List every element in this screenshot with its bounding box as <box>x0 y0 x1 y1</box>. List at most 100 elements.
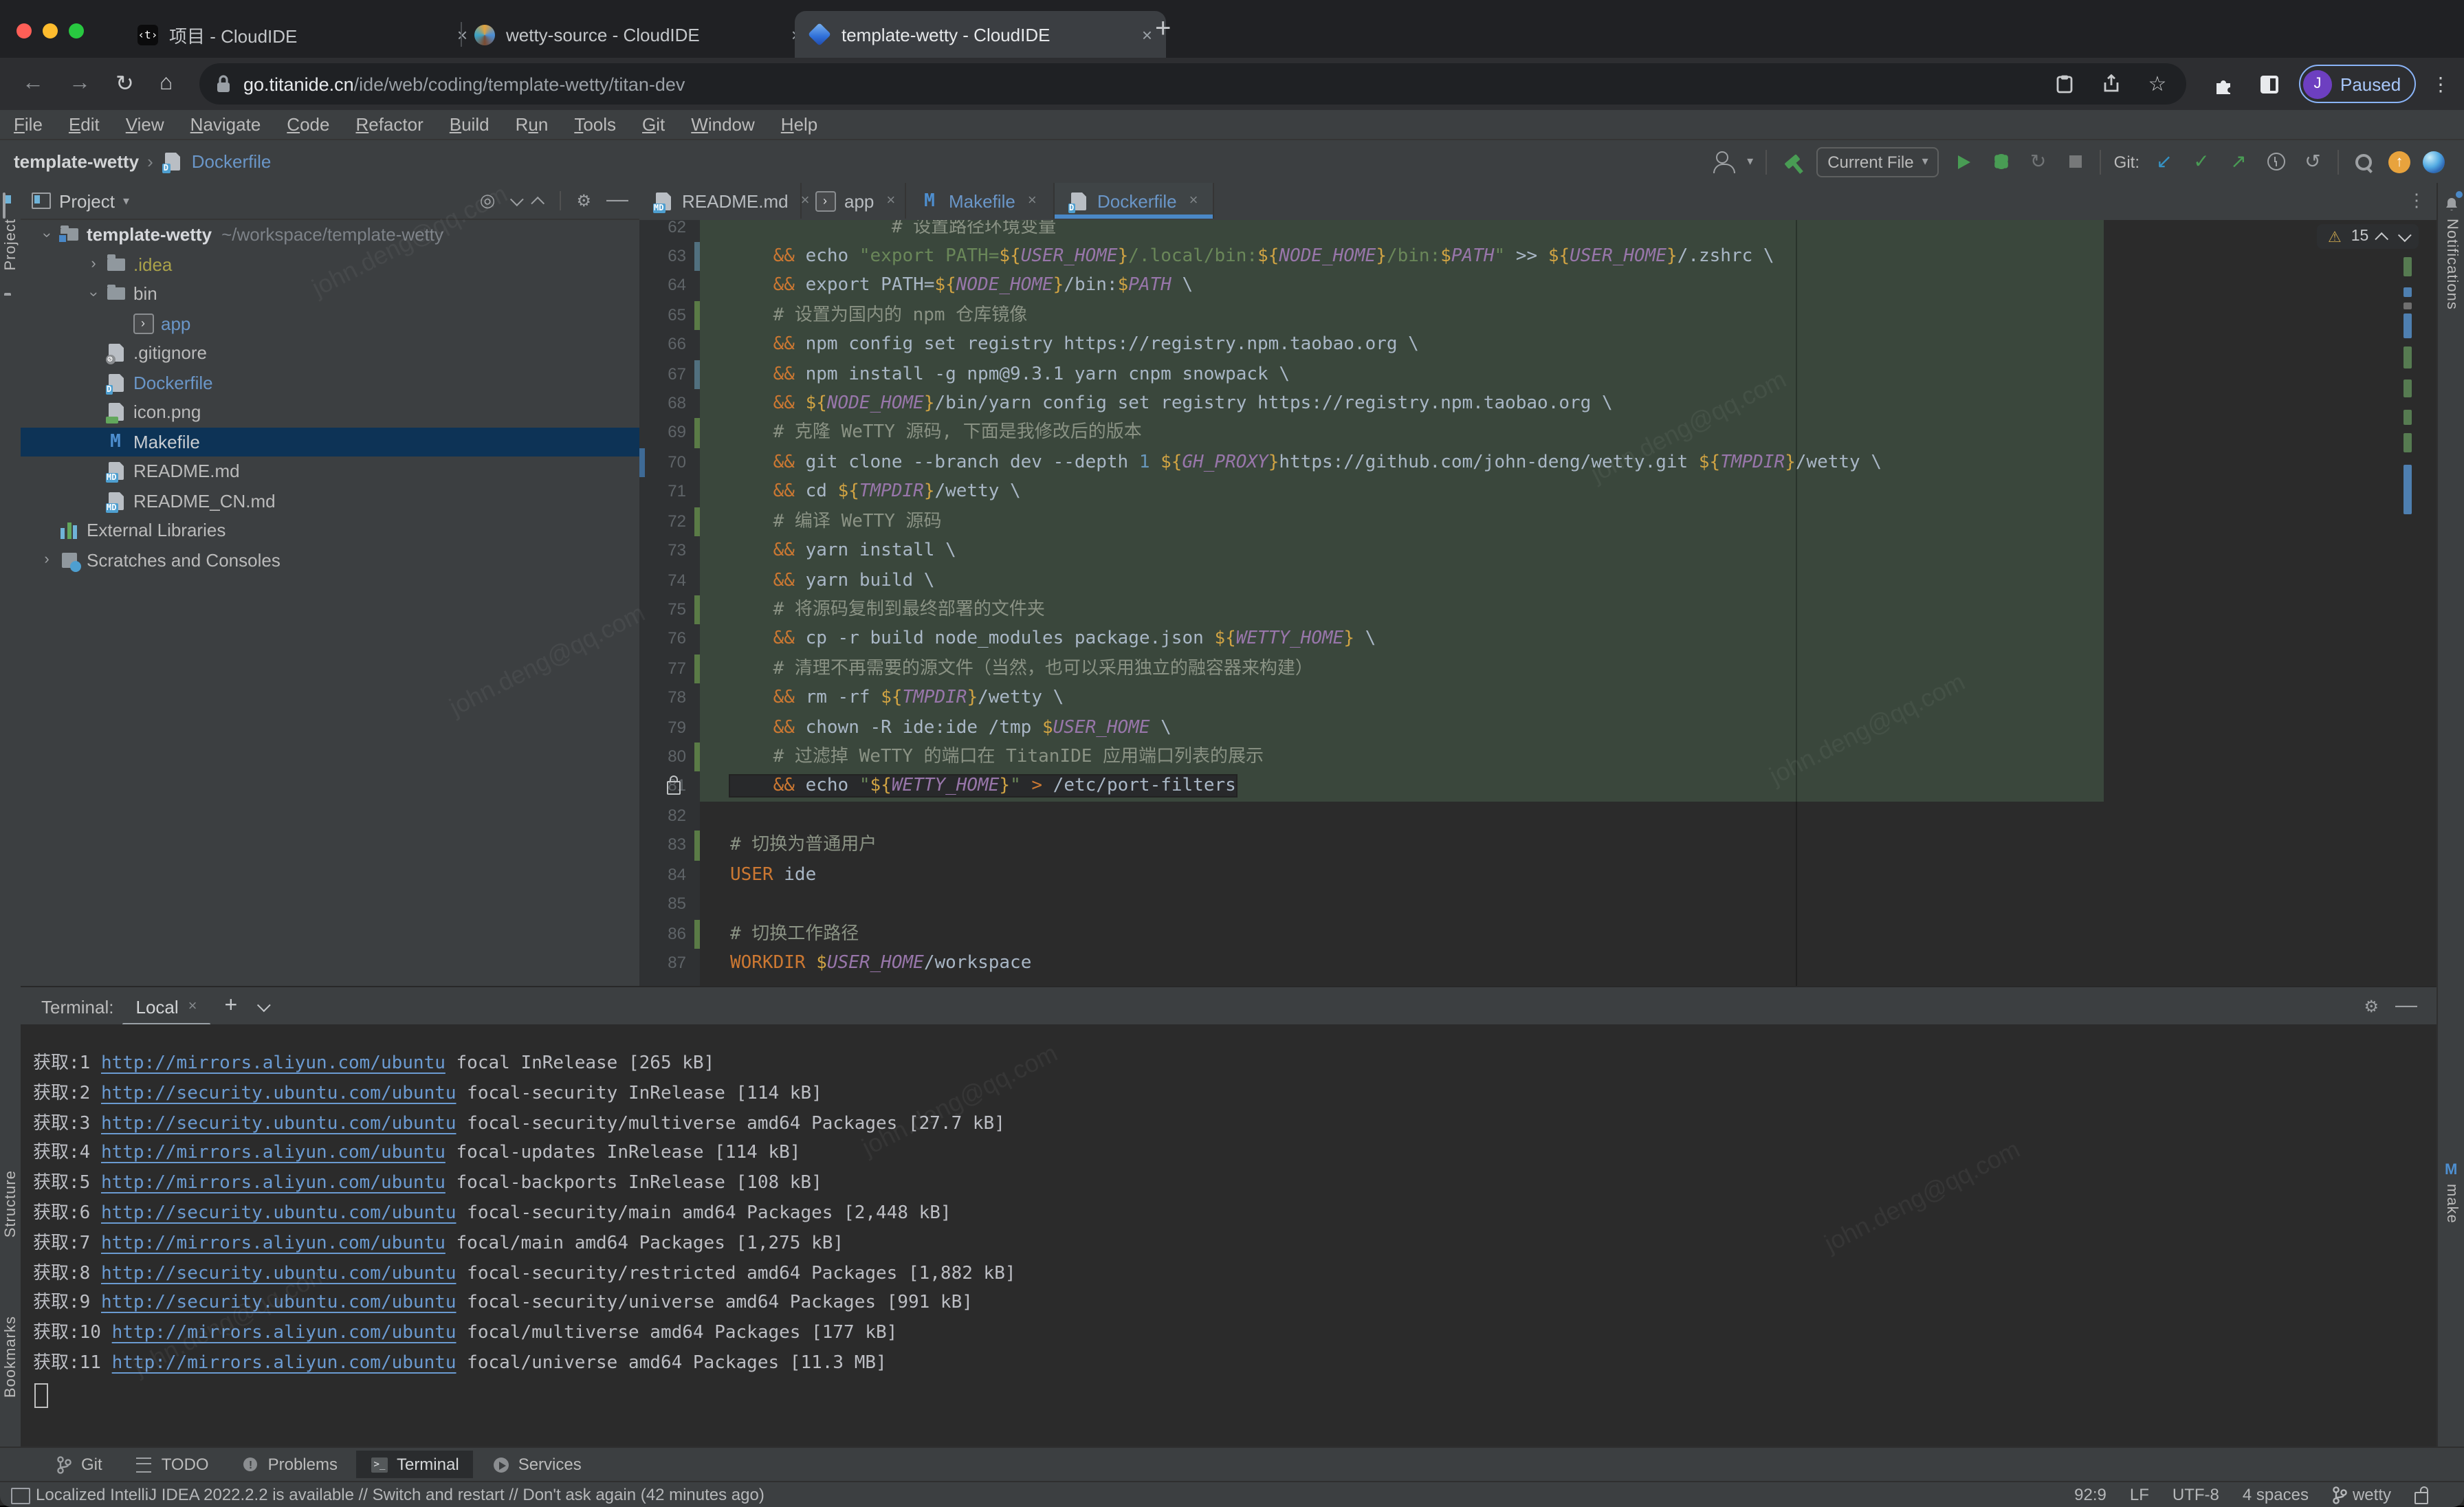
expand-all-icon[interactable] <box>510 192 524 206</box>
toolwindow-services[interactable]: Services <box>478 1451 595 1478</box>
menu-edit[interactable]: Edit <box>69 114 100 135</box>
menu-build[interactable]: Build <box>450 114 490 135</box>
editor-tab-app[interactable]: ›app× <box>802 183 906 219</box>
stripe-tab-bookmarks[interactable]: Bookmarks <box>3 1316 19 1398</box>
code-line-70[interactable]: && git clone --branch dev --depth 1 ${GH… <box>700 448 2104 478</box>
line-number[interactable]: 67 <box>645 360 686 389</box>
terminal-link[interactable]: http://mirrors.aliyun.com/ubuntu <box>101 1173 446 1194</box>
line-number[interactable]: 82 <box>645 802 686 831</box>
editor-tab-dockerfile[interactable]: DDockerfile× <box>1055 183 1214 219</box>
status-message[interactable]: Localized IntelliJ IDEA 2022.2.2 is avai… <box>36 1485 764 1504</box>
tree-item-readme-md[interactable]: MDREADME.md <box>21 456 639 486</box>
minimize-window-icon[interactable] <box>43 23 58 38</box>
terminal-link[interactable]: http://security.ubuntu.com/ubuntu <box>101 1084 456 1104</box>
layout-toggle-icon[interactable] <box>11 1488 30 1504</box>
macos-window-controls[interactable] <box>16 21 95 45</box>
menu-file[interactable]: File <box>14 114 43 135</box>
line-number[interactable]: 86 <box>645 919 686 949</box>
code-line-84[interactable]: USER ide <box>700 860 2104 890</box>
tree-item-external-libraries[interactable]: External Libraries <box>21 516 639 545</box>
build-hammer-icon[interactable] <box>1779 149 1804 174</box>
code-line-82[interactable] <box>700 802 2104 831</box>
line-number[interactable]: 84 <box>645 860 686 890</box>
menu-navigate[interactable]: Navigate <box>190 114 261 135</box>
code-line-71[interactable]: && cd ${TMPDIR}/wetty \ <box>700 478 2104 507</box>
update-available-icon[interactable]: ↑ <box>2388 151 2410 173</box>
code-line-69[interactable]: # 克隆 WeTTY 源码, 下面是我修改后的版本 <box>700 419 2104 448</box>
breadcrumb-project[interactable]: template-wetty <box>14 151 139 172</box>
notifications-bell-icon[interactable] <box>2443 194 2460 210</box>
new-tab-button[interactable]: + <box>1155 14 1171 45</box>
line-number[interactable]: 73 <box>645 536 686 566</box>
terminal-link[interactable]: http://mirrors.aliyun.com/ubuntu <box>101 1143 446 1164</box>
close-icon[interactable]: × <box>886 192 895 209</box>
project-view-caret-icon[interactable]: ▾ <box>123 193 129 208</box>
toolwindow-terminal[interactable]: >_Terminal <box>357 1451 473 1478</box>
terminal-link[interactable]: http://security.ubuntu.com/ubuntu <box>101 1203 456 1224</box>
debug-bug-icon[interactable] <box>1989 149 2014 174</box>
breadcrumb[interactable]: template-wetty › D Dockerfile <box>14 140 271 183</box>
terminal-tab-local[interactable]: Local × <box>131 987 203 1026</box>
browser-tab--cloudide[interactable]: 项目 - CloudIDE× <box>124 11 481 58</box>
line-number[interactable]: 72 <box>645 507 686 536</box>
line-number[interactable]: 74 <box>645 566 686 595</box>
rerun-icon[interactable]: ↻ <box>2026 149 2051 174</box>
terminal-link[interactable]: http://security.ubuntu.com/ubuntu <box>101 1113 456 1134</box>
terminal-output[interactable]: 获取:1 http://mirrors.aliyun.com/ubuntu fo… <box>21 1024 2436 1446</box>
new-terminal-icon[interactable]: + <box>225 994 238 1019</box>
maximize-window-icon[interactable] <box>69 23 84 38</box>
line-number[interactable]: 77 <box>645 654 686 684</box>
tree-item-scratches-and-consoles[interactable]: ›Scratches and Consoles <box>21 545 639 575</box>
breadcrumb-file[interactable]: Dockerfile <box>192 151 272 172</box>
project-panel-title[interactable]: Project <box>59 190 115 211</box>
code-line-73[interactable]: && yarn install \ <box>700 536 2104 566</box>
inspections-widget[interactable]: ⚠ 15 <box>2317 224 2418 249</box>
line-number[interactable]: 87 <box>645 949 686 978</box>
code-line-81[interactable]: && echo "${WETTY_HOME}" > /etc/port-filt… <box>700 772 2104 802</box>
stripe-tab-make[interactable]: make <box>2443 1184 2460 1224</box>
code-line-83[interactable]: # 切换为普通用户 <box>700 831 2104 861</box>
menu-run[interactable]: Run <box>516 114 549 135</box>
search-icon[interactable] <box>2351 149 2376 174</box>
bookmark-star-icon[interactable]: ☆ <box>2145 72 2170 96</box>
line-number[interactable]: 83 <box>645 831 686 861</box>
stripe-tab-project[interactable]: Project <box>3 219 19 271</box>
menu-view[interactable]: View <box>126 114 164 135</box>
close-window-icon[interactable] <box>16 23 32 38</box>
code-line-75[interactable]: # 将源码复制到最终部署的文件夹 <box>700 595 2104 625</box>
stripe-tab-structure[interactable]: Structure <box>3 1170 19 1238</box>
collapse-all-icon[interactable] <box>531 196 545 210</box>
terminal-link[interactable]: http://mirrors.aliyun.com/ubuntu <box>101 1053 446 1074</box>
line-number[interactable]: 80 <box>645 742 686 772</box>
code-line-76[interactable]: && cp -r build node_modules package.json… <box>700 625 2104 654</box>
share-icon[interactable] <box>2098 72 2123 96</box>
close-tab-icon[interactable]: × <box>1142 24 1152 45</box>
menu-refactor[interactable]: Refactor <box>355 114 423 135</box>
line-number[interactable]: 71 <box>645 478 686 507</box>
address-bar[interactable]: go.titanide.cn/ide/web/coding/template-w… <box>199 63 2186 104</box>
prev-problem-icon[interactable] <box>2375 232 2388 245</box>
code-editor[interactable]: # 设置路径环境变量 && echo "export PATH=${USER_H… <box>639 220 2436 986</box>
back-icon[interactable]: ← <box>22 58 44 110</box>
toolwindow-git[interactable]: Git <box>41 1451 116 1478</box>
panel-settings-gear-icon[interactable]: ⚙ <box>576 191 591 210</box>
line-number[interactable]: 65 <box>645 301 686 331</box>
line-separator[interactable]: LF <box>2130 1485 2149 1504</box>
reload-icon[interactable]: ↻ <box>116 58 134 110</box>
git-branch-widget[interactable]: wetty <box>2332 1485 2391 1504</box>
stripe-tab-notifications[interactable]: Notifications <box>2443 219 2460 310</box>
line-number[interactable]: 75 <box>645 595 686 625</box>
line-number[interactable]: 78 <box>645 683 686 713</box>
side-panel-icon[interactable] <box>2260 58 2278 110</box>
browser-menu-icon[interactable]: ⋮ <box>2431 58 2450 110</box>
toolwindow-problems[interactable]: !Problems <box>228 1451 351 1478</box>
tree-item-makefile[interactable]: MMakefile <box>21 427 639 456</box>
editor-tab-makefile[interactable]: MMakefile× <box>906 183 1055 219</box>
menu-code[interactable]: Code <box>287 114 329 135</box>
caret-position[interactable]: 92:9 <box>2074 1485 2106 1504</box>
tree-item-template-wetty[interactable]: ›template-wetty~/workspace/template-wett… <box>21 220 639 250</box>
line-number[interactable]: 69 <box>645 419 686 448</box>
code-line-64[interactable]: && export PATH=${NODE_HOME}/bin:$PATH \ <box>700 272 2104 301</box>
git-update-icon[interactable]: ↙ <box>2152 149 2177 174</box>
close-icon[interactable]: × <box>1028 192 1037 209</box>
